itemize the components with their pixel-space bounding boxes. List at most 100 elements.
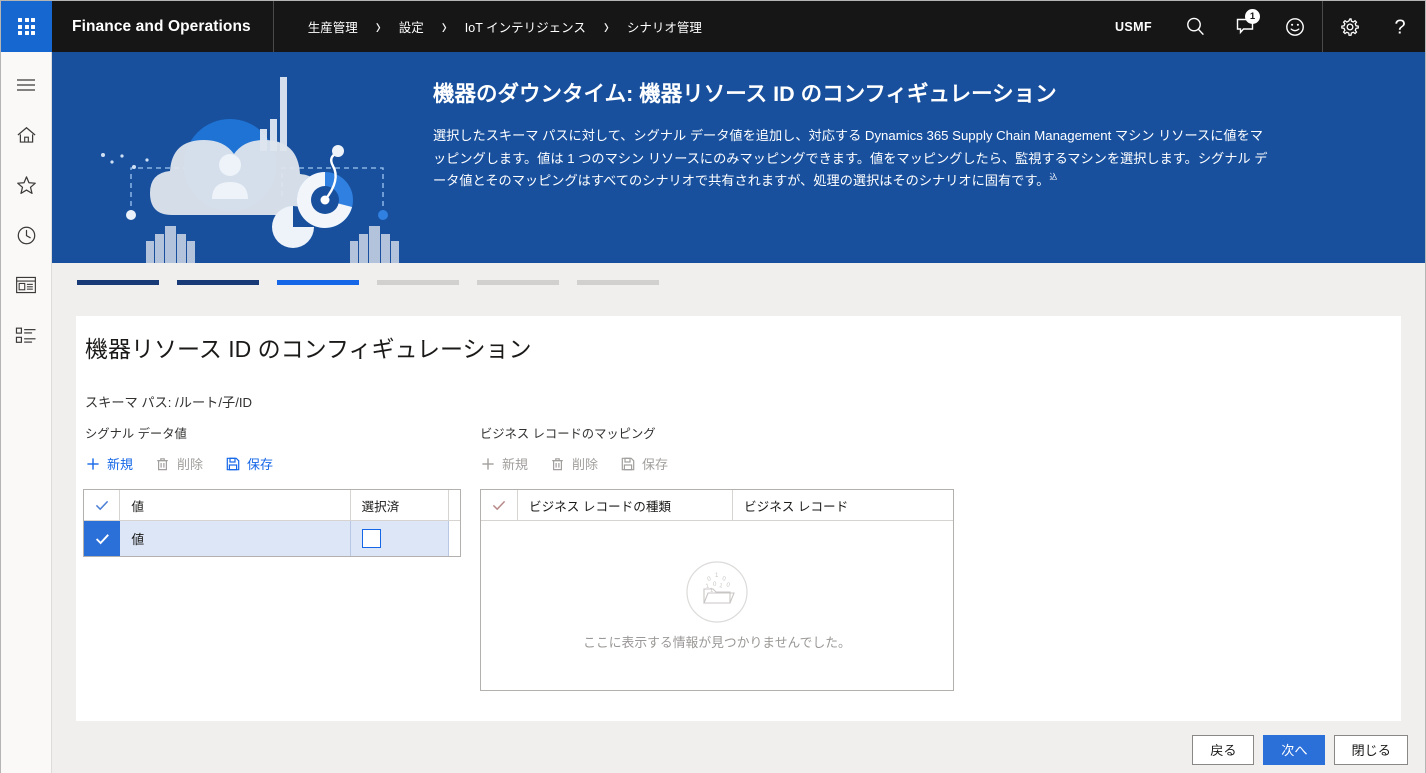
signal-row-spacer	[449, 521, 460, 556]
hero-description: 選択したスキーマ パスに対して、シグナル データ値を追加し、対応する Dynam…	[433, 125, 1268, 193]
wizard-step-4[interactable]	[377, 279, 459, 285]
wizard-step-indicator	[52, 263, 1425, 301]
signal-row-checkbox[interactable]	[361, 529, 381, 548]
hero-description-text: 選択したスキーマ パスに対して、シグナル データ値を追加し、対応する Dynam…	[433, 127, 1268, 189]
settings-gear-icon	[1341, 17, 1359, 36]
signal-save-label: 保存	[247, 457, 274, 472]
signal-row-selected-marker[interactable]	[84, 521, 121, 556]
signal-column-selected[interactable]: 選択済	[351, 490, 449, 520]
breadcrumb-item-4[interactable]: シナリオ管理	[617, 17, 712, 36]
feedback-smiley-icon	[1286, 17, 1304, 36]
signal-new-button[interactable]: 新規	[85, 454, 133, 473]
content-card: 機器リソース ID のコンフィギュレーション スキーマ パス: /ルート/子/I…	[76, 316, 1401, 721]
svg-text:0: 0	[707, 576, 713, 583]
signal-data-values-grid: 値 選択済 値	[83, 489, 461, 557]
hamburger-menu-button[interactable]	[1, 60, 52, 110]
business-record-toolbar: 新規 削除 保存	[480, 454, 668, 473]
trash-icon	[550, 456, 565, 471]
hero-banner: 機器のダウンタイム: 機器リソース ID のコンフィギュレーション 選択したスキ…	[52, 52, 1425, 263]
save-disk-icon	[620, 456, 635, 471]
topbar-divider	[1322, 1, 1323, 52]
settings-button[interactable]	[1325, 1, 1375, 52]
chevron-right-icon: ›	[375, 13, 381, 40]
recent-button[interactable]	[1, 210, 52, 260]
svg-text:0: 0	[725, 582, 731, 589]
svg-text:0: 0	[713, 582, 717, 588]
signal-data-values-toolbar: 新規 削除 保存	[85, 454, 273, 473]
signal-save-button[interactable]: 保存	[225, 454, 273, 473]
mapping-grid-body: 0 1 0 1 0 1 0 1 ここに表示する情報が見つかりませんでした。	[481, 521, 953, 691]
table-row[interactable]: 値	[84, 521, 460, 556]
mapping-delete-label: 削除	[572, 457, 599, 472]
business-record-mapping-label: ビジネス レコードのマッピング	[480, 427, 656, 441]
save-disk-icon	[225, 456, 240, 471]
workspaces-button[interactable]	[1, 260, 52, 310]
signal-data-values-label: シグナル データ値	[85, 427, 187, 441]
next-button[interactable]: 次へ	[1263, 734, 1326, 765]
back-button[interactable]: 戻る	[1192, 734, 1255, 765]
breadcrumb-item-2[interactable]: 設定	[389, 17, 434, 36]
signal-row-selected-cell[interactable]	[351, 521, 449, 556]
trash-icon	[155, 456, 170, 471]
modules-button[interactable]	[1, 310, 52, 360]
mapping-delete-button[interactable]: 削除	[550, 454, 598, 473]
signal-delete-label: 削除	[177, 457, 204, 472]
checkmark-icon	[95, 500, 108, 510]
modules-list-icon	[15, 327, 36, 343]
empty-state-message: ここに表示する情報が見つかりませんでした。	[583, 635, 851, 650]
signal-row-value[interactable]: 値	[120, 521, 351, 556]
wizard-step-1[interactable]	[77, 279, 159, 285]
mapping-save-button[interactable]: 保存	[620, 454, 668, 473]
hero-title: 機器のダウンタイム: 機器リソース ID のコンフィギュレーション	[433, 82, 1057, 106]
plus-icon	[480, 456, 495, 471]
chevron-right-icon: ›	[441, 13, 447, 40]
mapping-new-button[interactable]: 新規	[480, 454, 528, 473]
mapping-column-record-type[interactable]: ビジネス レコードの種類	[518, 490, 733, 520]
feedback-button[interactable]	[1270, 1, 1320, 52]
wizard-step-6[interactable]	[577, 279, 659, 285]
workspaces-icon	[16, 276, 36, 294]
left-navigation-rail	[1, 52, 52, 773]
app-launcher-button[interactable]	[1, 1, 52, 52]
company-selector[interactable]: USMF	[1097, 20, 1170, 34]
signal-select-all-header[interactable]	[84, 490, 121, 520]
recent-clock-icon	[17, 226, 35, 244]
signal-new-label: 新規	[107, 457, 134, 472]
close-button[interactable]: 閉じる	[1334, 734, 1408, 765]
help-button[interactable]: ?	[1375, 1, 1425, 52]
notifications-button[interactable]: 1	[1220, 1, 1270, 52]
favorites-star-icon	[16, 176, 36, 194]
mapping-select-all-header[interactable]	[481, 490, 518, 520]
notification-count-badge: 1	[1245, 9, 1260, 24]
svg-text:?: ?	[1394, 16, 1405, 38]
breadcrumb-item-3[interactable]: IoT インテリジェンス	[455, 17, 596, 36]
page-body: 機器リソース ID のコンフィギュレーション スキーマ パス: /ルート/子/I…	[52, 301, 1425, 773]
wizard-step-2[interactable]	[177, 279, 259, 285]
signal-delete-button[interactable]: 削除	[155, 454, 203, 473]
hero-description-superscript: 込	[1049, 172, 1058, 182]
breadcrumb: 生産管理 › 設定 › IoT インテリジェンス › シナリオ管理	[274, 14, 712, 40]
plus-icon	[85, 456, 100, 471]
wizard-footer: 戻る 次へ 閉じる	[52, 726, 1425, 773]
breadcrumb-item-1[interactable]: 生産管理	[298, 17, 368, 36]
topbar-right-group: USMF 1 ?	[1097, 1, 1425, 52]
wizard-step-3[interactable]	[277, 279, 359, 285]
home-button[interactable]	[1, 110, 52, 160]
checkmark-icon	[95, 533, 109, 544]
wizard-step-5[interactable]	[477, 279, 559, 285]
iot-cloud-illustration	[101, 77, 399, 263]
mapping-save-label: 保存	[642, 457, 669, 472]
search-button[interactable]	[1170, 1, 1220, 52]
mapping-grid-header: ビジネス レコードの種類 ビジネス レコード	[481, 490, 953, 521]
application-window: Finance and Operations 生産管理 › 設定 › IoT イ…	[0, 0, 1426, 773]
empty-folder-data-icon: 0 1 0 1 0 1 0 1	[686, 561, 748, 623]
page-title: 機器リソース ID のコンフィギュレーション	[85, 336, 532, 362]
svg-text:1: 1	[715, 573, 719, 579]
business-record-grid: ビジネス レコードの種類 ビジネス レコード 0 1 0 1 0 1 0 1 こ…	[480, 489, 954, 691]
mapping-column-record[interactable]: ビジネス レコード	[733, 490, 953, 520]
app-title[interactable]: Finance and Operations	[52, 18, 273, 36]
search-icon	[1186, 17, 1204, 36]
chevron-right-icon: ›	[603, 13, 609, 40]
favorites-button[interactable]	[1, 160, 52, 210]
signal-column-value[interactable]: 値	[120, 490, 351, 520]
